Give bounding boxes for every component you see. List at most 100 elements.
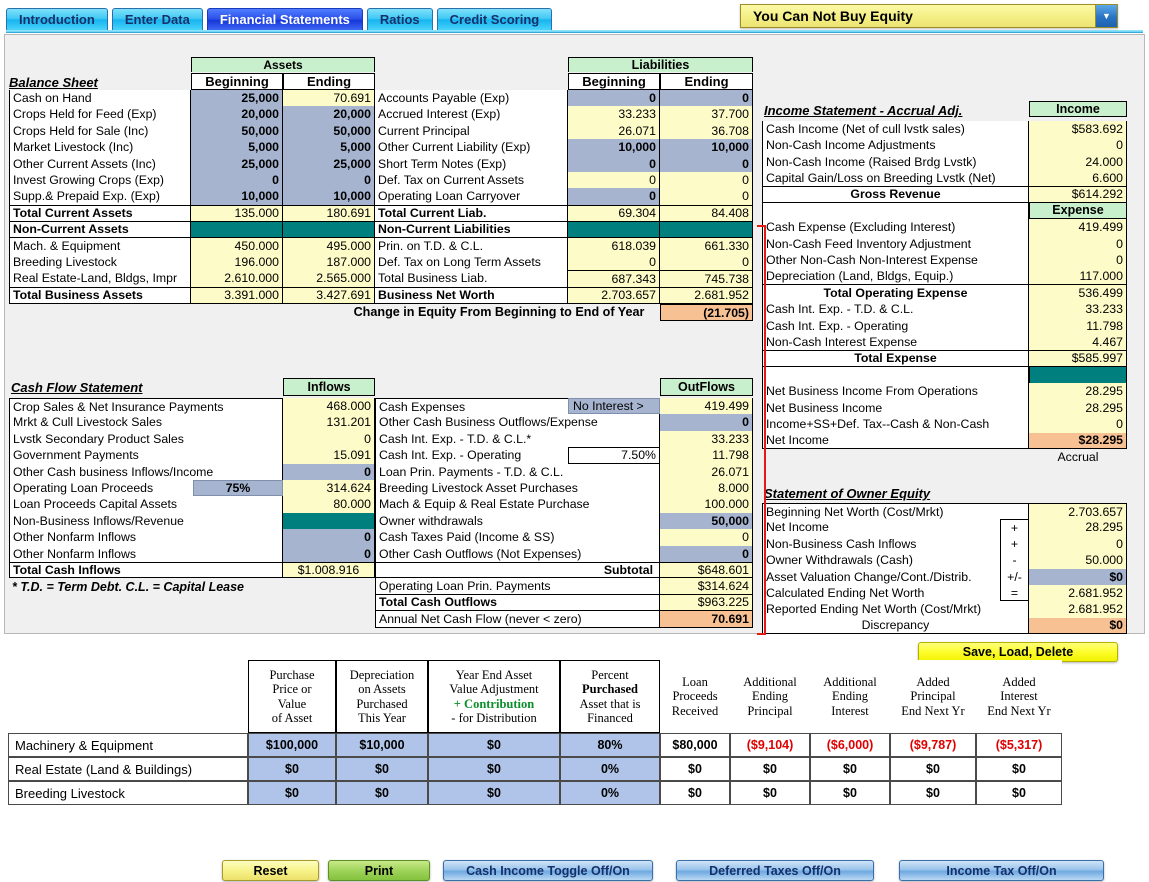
asset-table-header-line: of Asset	[272, 711, 313, 726]
cash-outflow-label: Loan Prin. Payments - T.D. & C.L.	[375, 464, 660, 480]
asset-table-header-line: Value Adjustment	[449, 682, 538, 697]
inflows-col-header: Inflows	[283, 378, 375, 396]
income-row-value: 0	[1029, 236, 1127, 252]
asset-table-cell[interactable]: $0	[428, 733, 560, 757]
cash-outflow-label: Cash Int. Exp. - T.D. & C.L.*	[375, 431, 660, 447]
asset-beginning-value[interactable]: 25,000	[191, 90, 283, 106]
asset-table-cell: $0	[890, 757, 976, 781]
liability-beginning-value[interactable]: 0	[568, 156, 660, 172]
asset-beginning-value[interactable]: 25,000	[191, 156, 283, 172]
cash-inflow-value[interactable]: 0	[283, 464, 375, 480]
scenario-dropdown[interactable]: You Can Not Buy Equity ▼	[740, 4, 1118, 28]
asset-table-header-line: - for Distribution	[451, 711, 536, 726]
asset-ending-value: 495.000	[283, 238, 375, 254]
asset-table-header-5: AdditionalEndingPrincipal	[730, 660, 810, 733]
asset-table-header-line: Principal	[747, 704, 792, 719]
asset-table-header-1: Depreciationon AssetsPurchasedThis Year	[336, 660, 428, 733]
tab-ratios[interactable]: Ratios	[367, 8, 433, 30]
asset-table-header-line: + Contribution	[454, 697, 534, 712]
subtotal-label: Subtotal	[375, 562, 660, 578]
income-row-label: Net Business Income	[762, 400, 1029, 416]
income-row-label: Non-Cash Interest Expense	[762, 334, 1029, 350]
income-row-label: Depreciation (Land, Bldgs, Equip.)	[762, 269, 1029, 285]
asset-table-cell[interactable]: 0%	[560, 781, 660, 805]
asset-ending-value[interactable]: 0	[283, 172, 375, 188]
liability-beginning-value[interactable]: 0	[568, 90, 660, 106]
asset-ending-value[interactable]: 20,000	[283, 106, 375, 122]
non-current-liabilities-header: Non-Current Liabilities	[375, 221, 568, 237]
asset-table-header-line: Value	[278, 697, 306, 712]
total-beginning-value: 3.391.000	[191, 287, 283, 303]
tab-credit-scoring[interactable]: Credit Scoring	[437, 8, 553, 30]
liability-beginning-value[interactable]: 10,000	[568, 139, 660, 155]
asset-table-cell[interactable]: $0	[248, 757, 336, 781]
footer-button-reset[interactable]: Reset	[222, 860, 319, 881]
liability-beginning-value[interactable]: 0	[568, 188, 660, 204]
asset-table-header-4: LoanProceedsReceived	[660, 660, 730, 733]
asset-table-cell[interactable]: $0	[248, 781, 336, 805]
asset-beginning-value[interactable]: 20,000	[191, 106, 283, 122]
save-load-delete-button[interactable]: Save, Load, Delete	[918, 642, 1118, 662]
cash-outflow-label: Cash Taxes Paid (Income & SS)	[375, 529, 660, 545]
footer-button-deferred-taxes-off-on[interactable]: Deferred Taxes Off/On	[676, 860, 874, 881]
table-row: Crops Held for Sale (Inc)	[9, 123, 191, 139]
asset-beginning-value[interactable]: 50,000	[191, 123, 283, 139]
asset-table-cell[interactable]: $100,000	[248, 733, 336, 757]
table-row: Invest Growing Crops (Exp)	[9, 172, 191, 188]
total-ending-value: 180.691	[283, 205, 375, 221]
liability-ending-value[interactable]: 10,000	[660, 139, 753, 155]
liability-ending-value: 745.738	[660, 270, 753, 286]
operating-loan-percent-input[interactable]: 75%	[193, 480, 283, 496]
owner-equity-label: Net Income	[762, 519, 1000, 535]
table-row: Other Current Assets (Inc)	[9, 156, 191, 172]
footer-button-print[interactable]: Print	[328, 860, 430, 881]
asset-beginning-value[interactable]: 0	[191, 172, 283, 188]
operating-interest-rate-input[interactable]: 7.50%	[568, 447, 660, 463]
no-interest-toggle[interactable]: No Interest >	[568, 398, 660, 414]
income-row-label: Net Business Income From Operations	[762, 383, 1029, 399]
footer-button-cash-income-toggle-off-on[interactable]: Cash Income Toggle Off/On	[443, 860, 653, 881]
tab-introduction[interactable]: Introduction	[6, 8, 108, 30]
table-row: Market Livestock (Inc)	[9, 139, 191, 155]
asset-table-cell[interactable]: $0	[428, 757, 560, 781]
cash-inflow-value[interactable]: 0	[283, 529, 375, 545]
asset-beginning-value[interactable]: 10,000	[191, 188, 283, 204]
income-row-label: Other Non-Cash Non-Interest Expense	[762, 252, 1029, 268]
chevron-down-icon[interactable]: ▼	[1095, 5, 1117, 27]
cash-outflow-value[interactable]: 0	[660, 546, 753, 562]
footer-button-income-tax-off-on[interactable]: Income Tax Off/On	[899, 860, 1104, 881]
asset-table-cell[interactable]: $0	[428, 781, 560, 805]
owner-equity-operator: +	[1000, 536, 1029, 552]
asset-ending-value[interactable]: 10,000	[283, 188, 375, 204]
asset-ending-value[interactable]: 50,000	[283, 123, 375, 139]
owner-equity-value[interactable]: $0	[1029, 569, 1127, 585]
operating-loan-prin-label: Operating Loan Prin. Payments	[375, 578, 660, 594]
asset-table-cell[interactable]: $0	[336, 781, 428, 805]
asset-table-row-name: Machinery & Equipment	[8, 733, 248, 757]
asset-table-cell[interactable]: 80%	[560, 733, 660, 757]
asset-ending-value: 2.565.000	[283, 270, 375, 286]
cash-inflow-value[interactable]: 0	[283, 546, 375, 562]
cash-inflow-value: 0	[283, 431, 375, 447]
asset-table-cell[interactable]: $0	[336, 757, 428, 781]
asset-ending-value: 187.000	[283, 254, 375, 270]
asset-table-header-8: AddedInterestEnd Next Yr	[976, 660, 1062, 733]
asset-table-cell[interactable]: $10,000	[336, 733, 428, 757]
teal-divider	[1029, 367, 1127, 383]
asset-table-header-line: Ending	[832, 689, 868, 704]
cash-outflow-value[interactable]: 50,000	[660, 513, 753, 529]
tab-enter-data[interactable]: Enter Data	[112, 8, 203, 30]
cash-outflow-value[interactable]: 0	[660, 414, 753, 430]
asset-ending-value[interactable]: 5,000	[283, 139, 375, 155]
asset-ending-value[interactable]: 25,000	[283, 156, 375, 172]
annual-net-cash-flow-label: Annual Net Cash Flow (never < zero)	[375, 611, 660, 627]
cash-inflow-value	[283, 513, 375, 529]
tab-financial-statements[interactable]: Financial Statements	[207, 8, 363, 30]
liability-ending-value[interactable]: 0	[660, 156, 753, 172]
bottom-section: Save, Load, Delete PurchasePrice orValue…	[0, 635, 1149, 882]
liability-ending-value[interactable]: 0	[660, 90, 753, 106]
cash-flow-footnote: * T.D. = Term Debt. C.L. = Capital Lease	[9, 579, 349, 595]
asset-table-header-line: Proceeds	[672, 689, 717, 704]
asset-table-cell[interactable]: 0%	[560, 757, 660, 781]
asset-beginning-value[interactable]: 5,000	[191, 139, 283, 155]
